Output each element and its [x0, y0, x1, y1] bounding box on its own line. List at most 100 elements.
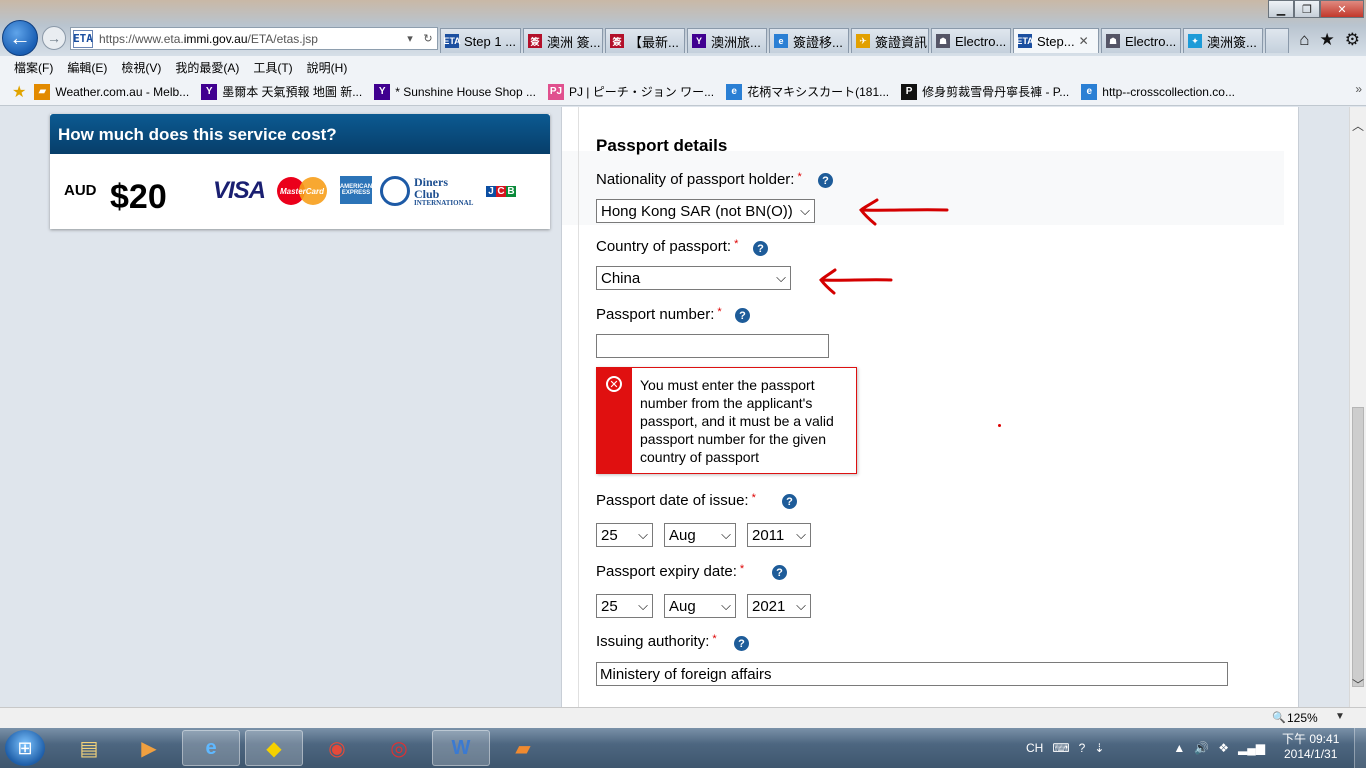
keyboard-icon[interactable]: ⌨ — [1052, 741, 1069, 755]
expiry-month-select[interactable]: Aug ⌵ — [664, 594, 736, 618]
tab-4[interactable]: Y 澳洲旅... — [687, 28, 767, 53]
chevron-right-icon[interactable]: » — [1355, 82, 1362, 96]
start-button[interactable]: ⊞ — [5, 730, 45, 766]
add-favorites-star-icon[interactable]: ★ — [12, 82, 26, 102]
help-tray-icon[interactable]: ? — [1079, 741, 1086, 755]
back-button[interactable]: ← — [2, 20, 38, 56]
system-tray: CH ⌨ ? ⇣ ▲ 🔊 ❖ ▂▄▆ — [1026, 728, 1274, 768]
zoom-level[interactable]: 125% — [1287, 711, 1318, 725]
menu-item-2[interactable]: 編輯(E) — [67, 59, 107, 76]
vertical-scrollbar[interactable]: ︿ ﹀ — [1349, 107, 1366, 707]
arrow-right-icon: → — [47, 30, 61, 46]
dropbox-icon[interactable]: ❖ — [1218, 741, 1229, 755]
favorite-item-3[interactable]: Y * Sunshine House Shop ... — [374, 83, 536, 100]
issue-day-select[interactable]: 25 ⌵ — [596, 523, 653, 547]
issue-date-label: Passport date of issue: * — [596, 492, 756, 509]
mastercard-logo: MasterCard — [277, 176, 327, 206]
forward-button[interactable]: → — [42, 26, 66, 50]
expiry-year-select[interactable]: 2021 ⌵ — [747, 594, 811, 618]
cost-currency: AUD — [64, 182, 97, 199]
taskbar-app-yellow[interactable]: ◆ — [245, 730, 303, 766]
zoom-dropdown-icon[interactable]: ▼ — [1335, 711, 1345, 722]
help-icon[interactable]: ? — [818, 173, 833, 188]
expiry-day-value: 25 — [601, 597, 618, 615]
help-icon[interactable]: ? — [772, 565, 787, 580]
pin-icon[interactable]: ⇣ — [1094, 741, 1104, 755]
tab-2[interactable]: 簽澳洲 簽... — [523, 28, 603, 53]
scroll-down-icon[interactable]: ﹀ — [1350, 676, 1366, 693]
taskbar-clock[interactable]: 下午 09:41 2014/1/31 — [1282, 732, 1339, 762]
diners-club-logo: Diners Club INTERNATIONAL — [380, 176, 476, 206]
chevron-down-icon: ⌵ — [721, 527, 731, 542]
url-suffix: /ETA/etas.jsp — [247, 31, 318, 46]
expiry-day-select[interactable]: 25 ⌵ — [596, 594, 653, 618]
favorite-item-1[interactable]: ▰ Weather.com.au - Melb... — [34, 83, 189, 100]
issue-date-label-text: Passport date of issue: — [596, 492, 749, 509]
address-bar[interactable]: ETA https://www.eta.immi.gov.au/ETA/etas… — [70, 27, 438, 50]
network-icon[interactable]: ▂▄▆ — [1238, 741, 1265, 755]
input-language[interactable]: CH — [1026, 741, 1043, 755]
taskbar-app-orange[interactable]: ▰ — [494, 730, 552, 766]
scroll-thumb[interactable] — [1352, 407, 1364, 687]
issue-month-select[interactable]: Aug ⌵ — [664, 523, 736, 547]
tab-8[interactable]: ETA Step... ✕ — [1013, 28, 1099, 53]
minimize-button[interactable]: ▁ — [1268, 0, 1294, 18]
home-icon[interactable]: ⌂ — [1299, 30, 1309, 50]
volume-icon[interactable]: 🔊 — [1194, 741, 1209, 755]
window-controls: ▁ ❐ ✕ — [1268, 0, 1364, 18]
favorite-item-7[interactable]: e http--crosscollection.co... — [1081, 83, 1235, 100]
annotation-arrow-country — [819, 268, 893, 295]
tab-3[interactable]: 簽【最新... — [605, 28, 685, 53]
favorite-item-5[interactable]: e 花柄マキシスカート(181... — [726, 83, 889, 100]
favorite-item-4[interactable]: PJ PJ | ピーチ・ジョン ワー... — [547, 83, 714, 100]
menu-item-4[interactable]: 我的最愛(A) — [175, 59, 239, 76]
taskbar-explorer[interactable]: ▤ — [60, 730, 118, 766]
tab-1[interactable]: ETA Step 1 ... — [440, 28, 521, 53]
help-icon[interactable]: ? — [735, 308, 750, 323]
menu-item-6[interactable]: 說明(H) — [307, 59, 348, 76]
favorite-item-2[interactable]: Y 墨爾本 天氣預報 地圖 新... — [201, 83, 362, 100]
issue-year-select[interactable]: 2011 ⌵ — [747, 523, 811, 547]
tab-favicon-icon: ETA — [1016, 34, 1034, 48]
browser-chrome: ← → ETA https://www.eta.immi.gov.au/ETA/… — [0, 0, 1366, 56]
show-hidden-icons[interactable]: ▲ — [1173, 741, 1185, 755]
refresh-icon[interactable]: ↻ — [419, 32, 437, 45]
tab-5[interactable]: e 簽證移... — [769, 28, 849, 53]
nationality-select[interactable]: Hong Kong SAR (not BN(O)) ⌵ — [596, 199, 815, 223]
issuing-authority-input[interactable]: Ministery of foreign affairs — [596, 662, 1228, 686]
address-url[interactable]: https://www.eta.immi.gov.au/ETA/etas.jsp — [99, 32, 401, 46]
close-window-button[interactable]: ✕ — [1320, 0, 1364, 18]
required-marker: * — [751, 492, 756, 504]
taskbar-word[interactable]: W — [432, 730, 490, 766]
show-desktop-button[interactable] — [1354, 728, 1366, 768]
tab-close-icon[interactable]: ✕ — [1079, 34, 1089, 48]
taskbar-internet-explorer[interactable]: e — [182, 730, 240, 766]
taskbar-media-player[interactable]: ▶ — [120, 730, 178, 766]
tab-9[interactable]: ☗ Electro... — [1101, 28, 1181, 53]
tab-10[interactable]: ✦ 澳洲簽... — [1183, 28, 1263, 53]
favorite-item-6[interactable]: P 修身剪裁雪骨丹寧長褲 - P... — [901, 83, 1069, 100]
address-dropdown-icon[interactable]: ▾ — [401, 32, 419, 45]
chevron-down-icon: ⌵ — [796, 598, 806, 613]
help-icon[interactable]: ? — [753, 241, 768, 256]
menu-item-5[interactable]: 工具(T) — [253, 59, 292, 76]
help-icon[interactable]: ? — [782, 494, 797, 509]
menu-item-3[interactable]: 檢視(V) — [121, 59, 161, 76]
taskbar-chrome[interactable]: ◉ — [308, 730, 366, 766]
tab-6[interactable]: ✈ 簽證資訊 — [851, 28, 929, 53]
chevron-down-icon: ⌵ — [800, 203, 810, 218]
tab-7[interactable]: ☗ Electro... — [931, 28, 1011, 53]
cost-header: How much does this service cost? — [50, 114, 550, 154]
favorites-star-icon[interactable]: ★ — [1320, 30, 1335, 50]
favorite-label: 花柄マキシスカート(181... — [747, 85, 890, 99]
menu-item-1[interactable]: 檔案(F) — [14, 59, 53, 76]
taskbar-media-app[interactable]: ◎ — [370, 730, 428, 766]
zoom-magnifier-icon[interactable]: 🔍 — [1272, 711, 1286, 724]
settings-gear-icon[interactable]: ⚙ — [1345, 30, 1360, 50]
country-select[interactable]: China ⌵ — [596, 266, 791, 290]
passport-number-input[interactable] — [596, 334, 829, 358]
maximize-button[interactable]: ❐ — [1294, 0, 1320, 18]
scroll-up-icon[interactable]: ︿ — [1350, 117, 1366, 134]
help-icon[interactable]: ? — [734, 636, 749, 651]
new-tab-button[interactable] — [1265, 28, 1289, 53]
